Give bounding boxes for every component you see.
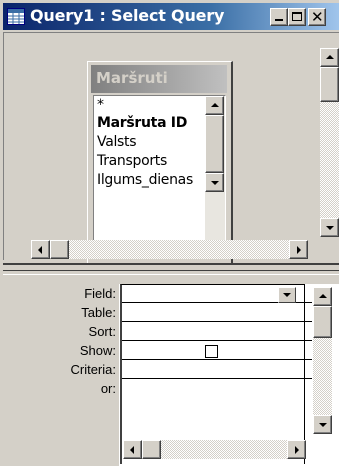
upper-scroll-right-button[interactable] (289, 240, 308, 259)
field-item-all[interactable]: * (97, 97, 104, 113)
chevron-down-icon (283, 293, 291, 297)
grid-vertical-thumb[interactable] (313, 306, 332, 338)
upper-scroll-down-button[interactable] (320, 218, 339, 237)
field-list-scroll-up-button[interactable] (205, 96, 224, 115)
field-item-transports[interactable]: Transports (97, 153, 167, 169)
query-window: Query1 : Select Query ✕ Maršruti * Maršr… (0, 0, 339, 466)
maximize-icon (292, 12, 302, 21)
grid-row-headers: Field: Table: Sort: Show: Criteria: or: (3, 284, 119, 466)
close-button[interactable]: ✕ (308, 8, 326, 26)
grid-scroll-left-button[interactable] (123, 440, 142, 459)
row-label-field: Field: (84, 286, 116, 301)
title-bar[interactable]: Query1 : Select Query ✕ (3, 3, 339, 30)
row-label-show: Show: (79, 343, 116, 358)
arrow-up-icon (326, 55, 334, 59)
field-list-window[interactable]: Maršruti * Maršruta ID Valsts Transports… (87, 61, 233, 265)
cell-or[interactable] (122, 380, 306, 398)
grid-line (304, 359, 312, 360)
minimize-icon (275, 19, 283, 21)
grid-column-1[interactable] (120, 284, 306, 464)
upper-scroll-left-button[interactable] (31, 240, 50, 259)
grid-scroll-down-button[interactable] (313, 415, 332, 434)
close-icon: ✕ (311, 8, 324, 26)
arrow-right-icon (295, 446, 299, 454)
field-item-valsts[interactable]: Valsts (97, 134, 137, 150)
grid-horizontal-thumb[interactable] (142, 440, 161, 459)
grid-line (304, 340, 312, 341)
arrow-down-icon (319, 423, 327, 427)
grid-line (304, 378, 312, 379)
arrow-up-icon (319, 294, 327, 298)
upper-scroll-up-button[interactable] (320, 48, 339, 67)
upper-horizontal-track[interactable] (69, 240, 289, 259)
cell-table[interactable] (122, 304, 306, 322)
field-list-box[interactable]: * Maršruta ID Valsts Transports Ilgums_d… (93, 95, 226, 255)
maximize-button[interactable] (288, 8, 306, 26)
arrow-right-icon (297, 246, 301, 254)
query-icon (7, 8, 25, 25)
row-label-or: or: (100, 381, 116, 396)
field-list-scrollbar[interactable] (205, 96, 225, 254)
grid-horizontal-track[interactable] (161, 440, 287, 459)
grid-line (304, 321, 312, 322)
field-list-scroll-thumb[interactable] (205, 115, 224, 173)
row-label-criteria: Criteria: (70, 362, 116, 377)
field-dropdown-button[interactable] (278, 287, 296, 303)
cell-show[interactable] (122, 342, 306, 360)
design-grid[interactable]: Field: Table: Sort: Show: Criteria: or: (3, 284, 339, 466)
minimize-button[interactable] (270, 8, 288, 26)
upper-vertical-thumb[interactable] (320, 67, 339, 102)
cell-sort[interactable] (122, 323, 306, 341)
arrow-left-icon (38, 246, 42, 254)
pane-splitter[interactable] (3, 263, 339, 280)
grid-scroll-up-button[interactable] (313, 287, 332, 306)
grid-vertical-track[interactable] (313, 338, 332, 415)
grid-column-2[interactable] (304, 284, 312, 464)
field-list-scroll-down-button[interactable] (205, 173, 224, 192)
grid-scroll-right-button[interactable] (287, 440, 306, 459)
cell-field[interactable] (122, 285, 306, 303)
show-checkbox[interactable] (205, 345, 218, 358)
cell-criteria[interactable] (122, 361, 306, 379)
field-item-ilgums-dienas[interactable]: Ilgums_dienas (97, 172, 193, 188)
upper-vertical-track[interactable] (320, 102, 339, 218)
window-title: Query1 : Select Query (30, 6, 225, 25)
grid-line (304, 302, 312, 303)
arrow-up-icon (211, 103, 219, 107)
field-list-title[interactable]: Maršruti (91, 65, 227, 93)
arrow-down-icon (326, 226, 334, 230)
row-label-table: Table: (81, 305, 116, 320)
table-pane[interactable]: Maršruti * Maršruta ID Valsts Transports… (3, 32, 339, 265)
arrow-left-icon (130, 446, 134, 454)
arrow-down-icon (211, 181, 219, 185)
row-label-sort: Sort: (88, 324, 116, 339)
field-item-marsruta-id[interactable]: Maršruta ID (97, 115, 187, 131)
upper-horizontal-thumb[interactable] (50, 240, 69, 259)
